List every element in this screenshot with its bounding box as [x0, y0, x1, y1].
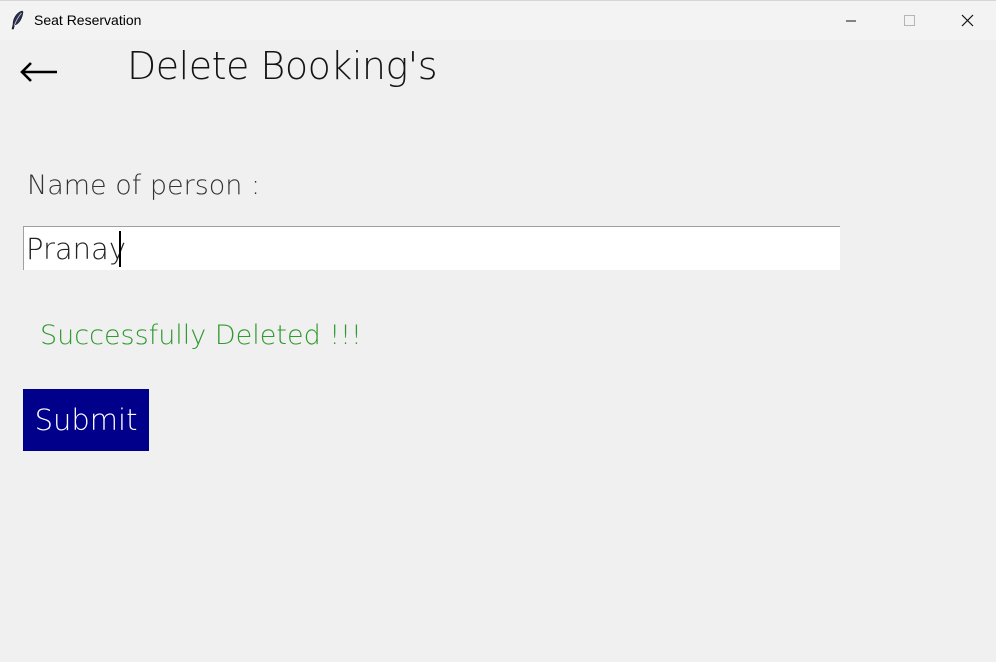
- close-button[interactable]: [938, 1, 996, 41]
- arrow-left-icon: [20, 62, 57, 82]
- text-caret: [119, 231, 121, 267]
- name-input[interactable]: [24, 227, 840, 270]
- maximize-icon: [904, 15, 915, 26]
- page-title: Delete Booking's: [127, 44, 438, 88]
- title-bar: Seat Reservation: [0, 0, 996, 40]
- maximize-button[interactable]: [880, 1, 938, 41]
- close-icon: [961, 14, 974, 27]
- submit-button[interactable]: Submit: [23, 389, 149, 451]
- minimize-icon: [846, 20, 856, 22]
- back-button[interactable]: [18, 54, 60, 90]
- app-window: Seat Reservation Delete Booking's Name o…: [0, 0, 996, 662]
- name-input-box: [23, 226, 840, 270]
- status-message: Successfully Deleted !!!: [40, 320, 362, 351]
- feather-icon: [10, 10, 26, 30]
- minimize-button[interactable]: [822, 1, 880, 41]
- name-label: Name of person :: [27, 170, 261, 201]
- window-title: Seat Reservation: [34, 12, 142, 28]
